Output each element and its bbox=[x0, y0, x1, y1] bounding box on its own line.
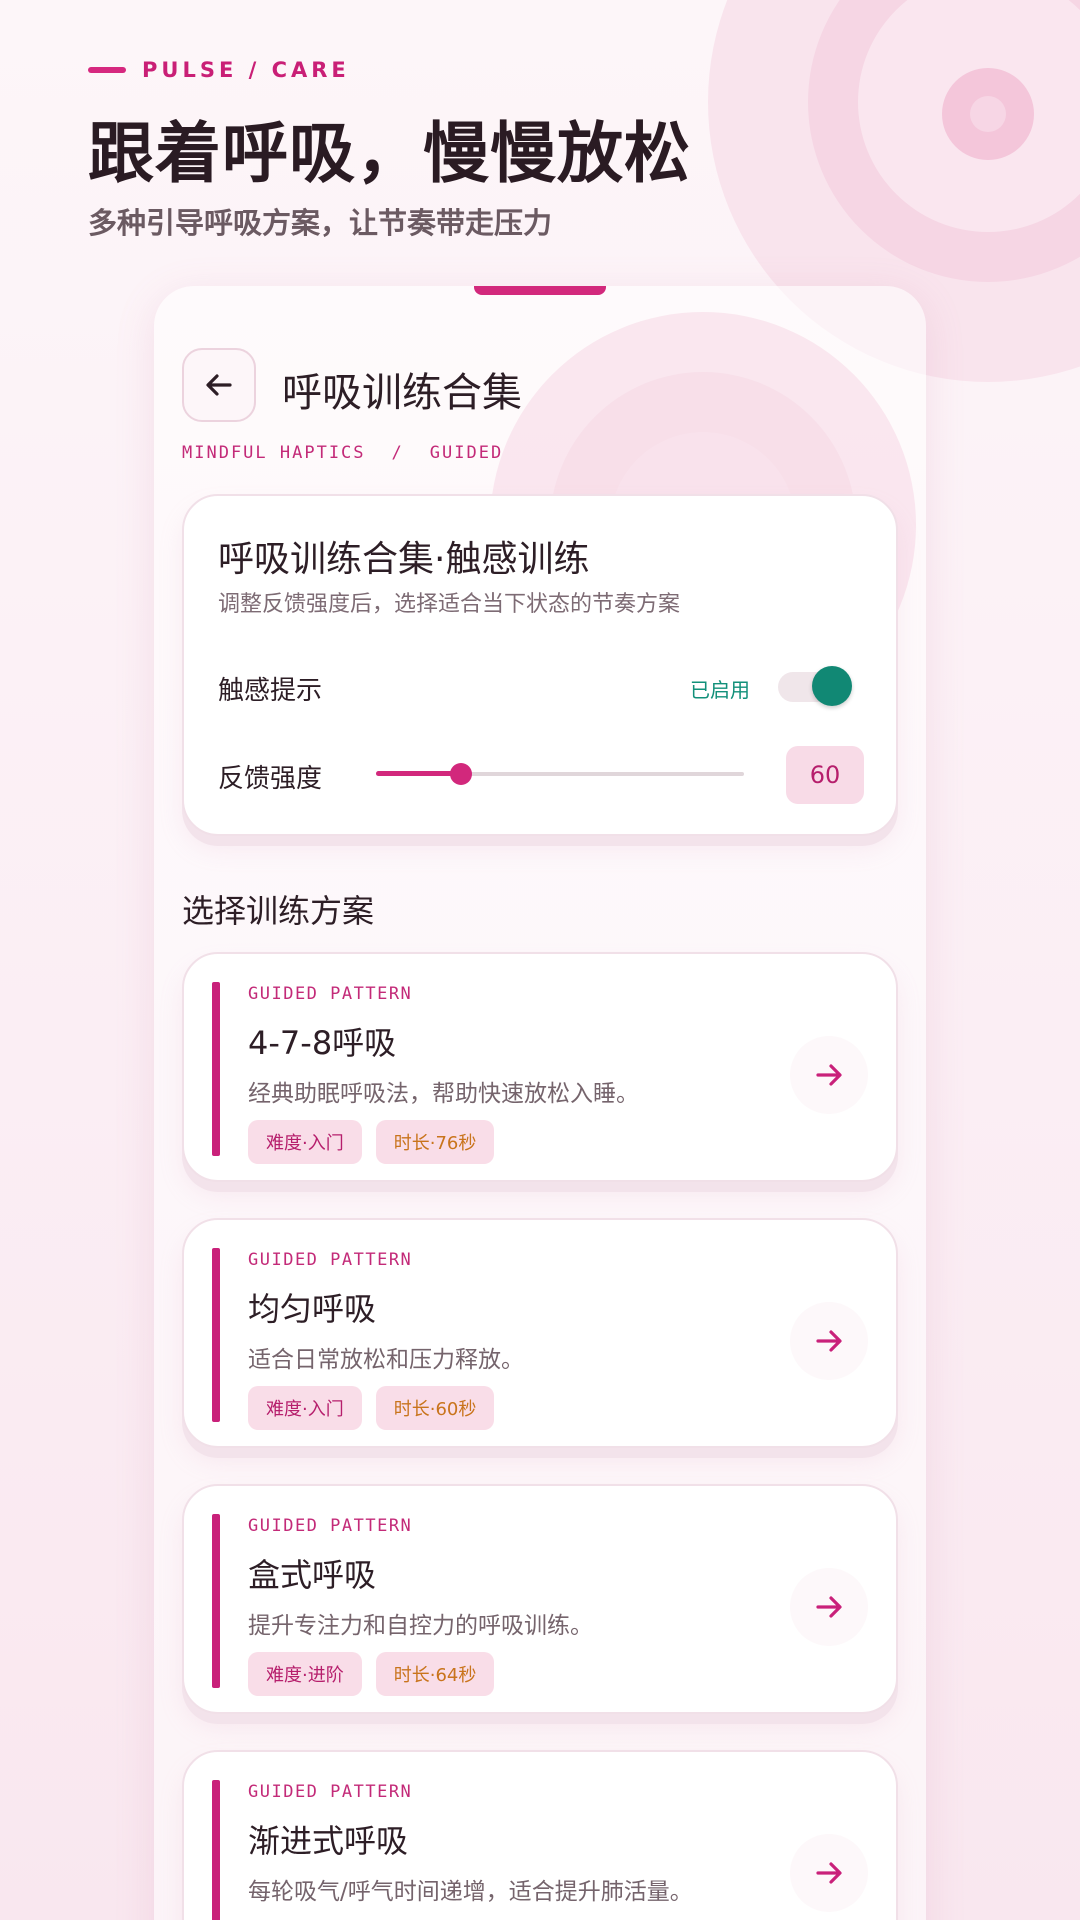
arrow-right-icon bbox=[816, 1862, 842, 1884]
strength-slider[interactable] bbox=[376, 762, 744, 786]
arrow-right-icon bbox=[816, 1064, 842, 1086]
plan-name: 4-7-8呼吸 bbox=[248, 1024, 397, 1062]
breadcrumb: MINDFUL HAPTICS / GUIDED bbox=[182, 443, 503, 463]
breadcrumb-item: MINDFUL HAPTICS bbox=[182, 443, 366, 463]
decor-ring bbox=[970, 96, 1006, 132]
plan-go-button[interactable] bbox=[790, 1834, 868, 1912]
plan-card[interactable]: GUIDED PATTERN 渐进式呼吸 每轮吸气/呼气时间递增，适合提升肺活量… bbox=[182, 1750, 898, 1920]
plan-description: 每轮吸气/呼气时间递增，适合提升肺活量。 bbox=[248, 1879, 693, 1905]
page-title: 呼吸训练合集 bbox=[282, 370, 522, 416]
plan-description: 适合日常放松和压力释放。 bbox=[248, 1347, 524, 1373]
plan-name: 盒式呼吸 bbox=[248, 1556, 377, 1594]
strength-label: 反馈强度 bbox=[218, 764, 323, 794]
haptic-label: 触感提示 bbox=[218, 676, 323, 706]
settings-subtitle: 调整反馈强度后，选择适合当下状态的节奏方案 bbox=[218, 592, 681, 617]
plan-tag: GUIDED PATTERN bbox=[248, 984, 413, 1004]
brand-text: PULSE / CARE bbox=[142, 58, 350, 82]
plan-card[interactable]: GUIDED PATTERN 均匀呼吸 适合日常放松和压力释放。 难度·入门 时长… bbox=[182, 1218, 898, 1448]
difficulty-chip: 难度·入门 bbox=[248, 1120, 362, 1164]
plan-chips: 难度·入门 时长·76秒 bbox=[248, 1120, 495, 1164]
hero-title: 跟着呼吸，慢慢放松 bbox=[88, 115, 691, 192]
plan-accent-bar bbox=[212, 1780, 220, 1920]
haptic-status: 已启用 bbox=[690, 678, 750, 702]
haptic-toggle[interactable] bbox=[778, 666, 852, 706]
arrow-right-icon bbox=[816, 1596, 842, 1618]
back-button[interactable] bbox=[182, 348, 256, 422]
plan-name: 均匀呼吸 bbox=[248, 1290, 377, 1328]
arrow-right-icon bbox=[816, 1330, 842, 1352]
strength-value: 60 bbox=[786, 746, 864, 804]
plan-accent-bar bbox=[212, 1514, 220, 1688]
brand-line bbox=[88, 67, 126, 73]
settings-card: 呼吸训练合集·触感训练 调整反馈强度后，选择适合当下状态的节奏方案 触感提示 已… bbox=[182, 494, 898, 836]
brand: PULSE / CARE bbox=[88, 58, 350, 82]
plan-chips: 难度·进阶 时长·64秒 bbox=[248, 1652, 495, 1696]
difficulty-chip: 难度·进阶 bbox=[248, 1652, 362, 1696]
duration-chip: 时长·76秒 bbox=[375, 1120, 495, 1164]
plan-description: 提升专注力和自控力的呼吸训练。 bbox=[248, 1613, 593, 1639]
screen: PULSE / CARE 跟着呼吸，慢慢放松 多种引导呼吸方案，让节奏带走压力 … bbox=[0, 0, 1080, 1920]
plan-go-button[interactable] bbox=[790, 1036, 868, 1114]
slider-fill bbox=[376, 771, 461, 776]
difficulty-chip: 难度·入门 bbox=[248, 1386, 362, 1430]
duration-chip: 时长·64秒 bbox=[375, 1652, 495, 1696]
breadcrumb-separator: / bbox=[391, 443, 404, 463]
plan-go-button[interactable] bbox=[790, 1568, 868, 1646]
plan-card[interactable]: GUIDED PATTERN 盒式呼吸 提升专注力和自控力的呼吸训练。 难度·进… bbox=[182, 1484, 898, 1714]
section-title: 选择训练方案 bbox=[182, 892, 375, 930]
slider-thumb[interactable] bbox=[449, 763, 472, 785]
arrow-left-icon bbox=[206, 374, 232, 396]
duration-chip: 时长·60秒 bbox=[375, 1386, 495, 1430]
settings-title: 呼吸训练合集·触感训练 bbox=[218, 539, 590, 580]
plan-chips: 难度·入门 时长·60秒 bbox=[248, 1386, 495, 1430]
plan-accent-bar bbox=[212, 1248, 220, 1422]
plan-go-button[interactable] bbox=[790, 1302, 868, 1380]
toggle-knob bbox=[812, 666, 852, 706]
breadcrumb-item: GUIDED bbox=[429, 443, 504, 463]
hero-subtitle: 多种引导呼吸方案，让节奏带走压力 bbox=[88, 206, 553, 240]
plan-name: 渐进式呼吸 bbox=[248, 1822, 409, 1860]
plan-description: 经典助眠呼吸法，帮助快速放松入睡。 bbox=[248, 1081, 639, 1107]
plan-accent-bar bbox=[212, 982, 220, 1156]
plan-tag: GUIDED PATTERN bbox=[248, 1516, 413, 1536]
phone-notch bbox=[474, 286, 606, 295]
plan-tag: GUIDED PATTERN bbox=[248, 1782, 413, 1802]
plan-card[interactable]: GUIDED PATTERN 4-7-8呼吸 经典助眠呼吸法，帮助快速放松入睡。… bbox=[182, 952, 898, 1182]
plan-tag: GUIDED PATTERN bbox=[248, 1250, 413, 1270]
